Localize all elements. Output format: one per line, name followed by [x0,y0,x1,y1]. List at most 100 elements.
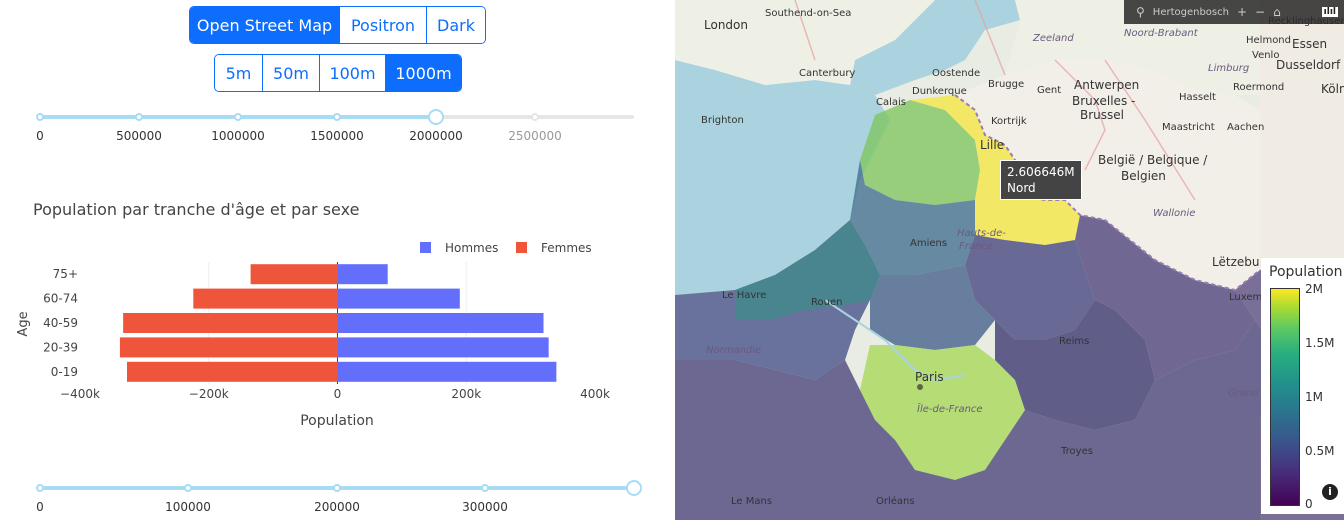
hover-tooltip: 2.606646M Nord [1000,160,1082,200]
slider-mark [333,484,341,492]
y-axis-title: Age [16,311,31,336]
map-label-zeeland: Zeeland [1033,33,1074,44]
map-label-noord-brabant: Noord-Brabant [1124,28,1198,39]
zoom-in-icon[interactable]: + [1237,5,1247,19]
map-label-helmond: Helmond [1246,35,1291,46]
x-tick-label: −400k [60,387,100,401]
positron-button[interactable]: Positron [339,7,426,43]
map-label-brugge: Brugge [988,79,1025,90]
map-label-dunkerque: Dunkerque [912,86,967,97]
bar-hommes-40-59[interactable] [337,312,544,334]
map-label-dusseldorf: Dusseldorf [1276,58,1341,72]
bar-hommes-75+[interactable] [337,264,388,285]
slider-mark [481,484,489,492]
colorbar-tick: 0.5M [1305,444,1335,458]
slider-tick-label: 0 [36,500,44,514]
x-tick-label: 400k [580,387,610,401]
open-street-map-button[interactable]: Open Street Map [190,7,339,43]
colorbar-tick: 1.5M [1305,336,1335,350]
controls-panel: Open Street Map Positron Dark 5m 50m 100… [0,0,675,520]
info-icon[interactable]: i [1322,484,1338,500]
chart-title: Population par tranche d'âge et par sexe [33,200,360,219]
slider-mark [36,113,44,121]
x-tick-label: −200k [189,387,229,401]
reset-icon[interactable]: ⌂ [1273,5,1281,19]
map-label-aachen: Aachen [1227,122,1265,133]
map-label-troyes: Troyes [1061,446,1093,457]
colorbar-title: Population [1269,264,1343,280]
y-tick-label: 20-39 [43,340,78,354]
map-label-france: France [959,241,993,252]
map-label-letzebuerg: Lëtzebu [1212,255,1260,269]
population-colorbar: Population 2M 1.5M 1M 0.5M 0 [1261,258,1344,514]
bar-hommes-20-39[interactable] [337,337,549,358]
map-label-kortrijk: Kortrijk [991,116,1027,127]
plotly-logo-icon[interactable]: ılıl [1321,7,1338,17]
map-label-hauts: Hauts-de- [957,228,1006,239]
scale-5m-button[interactable]: 5m [215,55,262,91]
dark-button[interactable]: Dark [426,7,485,43]
bar-hommes-0-19[interactable] [337,361,557,382]
tooltip-name: Nord [1007,181,1036,195]
map-label-belgie: België / Belgique / [1098,153,1208,167]
slider-handle[interactable] [428,109,444,125]
scale-100m-button[interactable]: 100m [319,55,385,91]
x-axis-title: Population [300,413,374,429]
colorbar-tick: 2M [1305,282,1323,296]
bar-femmes-60-74[interactable] [193,288,338,309]
map-label-bruxelles: Bruxelles - [1072,94,1136,108]
legend-label-hommes: Hommes [445,241,498,255]
map-style-button-group: Open Street Map Positron Dark [189,6,486,44]
bar-femmes-0-19[interactable] [126,361,338,382]
map-label-brighton: Brighton [701,115,744,126]
map-label-venlo: Venlo [1252,50,1280,61]
y-tick-label: 60-74 [43,292,78,306]
map-label-le-havre: Le Havre [722,290,767,301]
slider-mark [135,113,143,121]
bar-femmes-75+[interactable] [250,264,338,285]
map-label-roermond: Roermond [1233,82,1285,93]
bar-femmes-20-39[interactable] [119,337,338,358]
map-label-limburg: Limburg [1208,63,1250,74]
map-label-ile-de-france: Île-de-France [917,404,983,415]
map-label-wallonie: Wallonie [1153,208,1196,219]
slider-tick-label: 2500000 [508,129,562,143]
map-place-label: Hertogenbosch [1152,6,1229,18]
x-tick-label: 200k [451,387,481,401]
map-label-lille: Lille [980,138,1005,152]
legend-swatch-femmes [516,242,527,253]
map-label-brussel: Brussel [1080,108,1124,122]
bar-hommes-60-74[interactable] [337,288,460,309]
map-label-le-mans: Le Mans [731,496,773,507]
choropleth-map[interactable]: London Southend-on-Sea Canterbury Bright… [675,0,1344,520]
legend-label-femmes: Femmes [541,241,592,255]
slider-handle[interactable] [626,480,642,496]
map-modebar: ⚲ Hertogenbosch + − ⌂ ılıl [1124,0,1344,24]
bar-femmes-40-59[interactable] [123,312,338,334]
map-label-london: London [704,18,748,32]
map-label-paris: Paris [915,370,944,384]
map-label-canterbury: Canterbury [799,68,856,79]
map-label-maastricht: Maastricht [1162,122,1215,133]
slider-tick-label: 2000000 [409,129,463,143]
slider-tick-label: 1000000 [211,129,265,143]
slider-tick-label: 100000 [165,500,211,514]
zoom-out-icon[interactable]: − [1255,5,1265,19]
population-pyramid-chart: 0-19 20-39 40-59 60-74 75+ −400k −200k 0 200k 40… [16,241,610,429]
search-icon[interactable]: ⚲ [1136,5,1145,19]
map-label-orleans: Orléans [876,496,915,507]
scale-50m-button[interactable]: 50m [262,55,319,91]
slider-tick-label: 1500000 [310,129,364,143]
age-range-slider[interactable]: 0 100000 200000 300000 [36,478,642,514]
slider-mark [531,113,539,121]
slider-tick-label: 300000 [462,500,508,514]
paris-marker [917,384,923,390]
y-tick-label: 75+ [53,267,78,281]
scale-1000m-button[interactable]: 1000m [385,55,461,91]
map-label-rouen: Rouen [811,297,843,308]
map-label-reims: Reims [1059,336,1090,347]
map-label-antwerpen: Antwerpen [1074,78,1140,92]
population-range-slider[interactable]: 0 500000 1000000 1500000 2000000 2500000 [36,107,634,143]
slider-tick-label: 500000 [116,129,162,143]
slider-tick-label: 200000 [314,500,360,514]
